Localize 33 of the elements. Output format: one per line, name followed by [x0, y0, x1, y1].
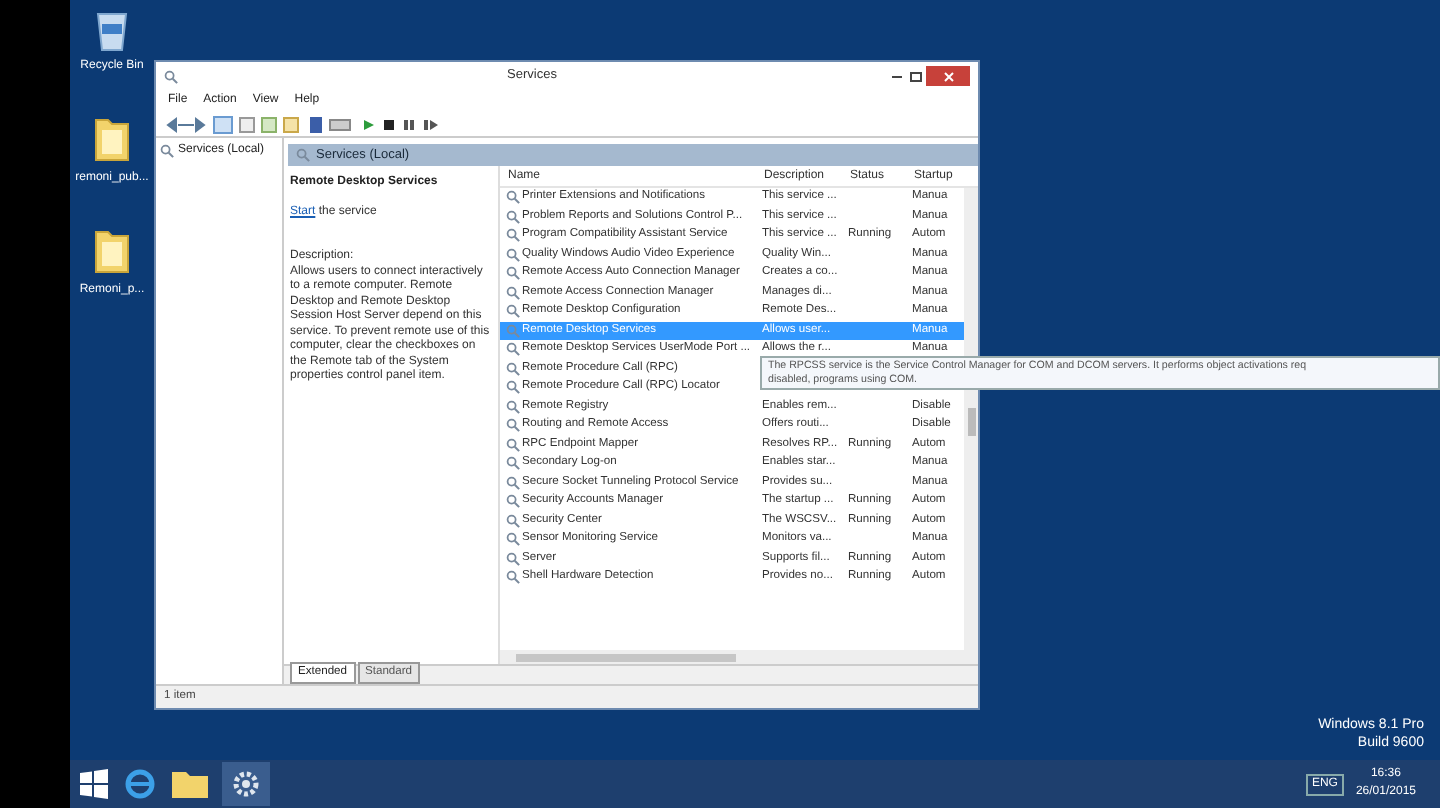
browser-icon[interactable]: [122, 766, 158, 802]
magnifier-icon: [506, 190, 520, 205]
horizontal-scrollbar[interactable]: [500, 650, 978, 664]
magnifier-icon: [506, 304, 520, 319]
magnifier-icon: [506, 418, 520, 433]
close-button[interactable]: [926, 66, 970, 86]
magnifier-icon: [506, 475, 520, 490]
magnifier-icon: [160, 144, 174, 158]
magnifier-icon: [506, 570, 520, 585]
magnifier-icon: [506, 342, 520, 357]
magnifier-icon: [506, 247, 520, 262]
magnifier-icon: [506, 532, 520, 547]
magnifier-icon: [506, 285, 520, 300]
magnifier-icon: [506, 494, 520, 509]
close-icon: [943, 71, 953, 81]
folder-icon[interactable]: [170, 768, 210, 800]
magnifier-icon: [506, 456, 520, 471]
magnifier-icon: [506, 551, 520, 566]
magnifier-icon: [506, 361, 520, 376]
magnifier-icon: [506, 437, 520, 452]
magnifier-icon: [506, 209, 520, 224]
magnifier-icon: [506, 323, 520, 338]
magnifier-icon: [506, 266, 520, 281]
magnifier-icon: [506, 399, 520, 414]
recycle-bin-icon[interactable]: [94, 8, 130, 52]
start-icon[interactable]: [78, 768, 110, 800]
magnifier-icon: [296, 148, 310, 162]
magnifier-icon: [506, 380, 520, 395]
gear-icon[interactable]: [232, 770, 260, 798]
maximize-button[interactable]: [906, 66, 926, 86]
magnifier-icon: [164, 69, 178, 83]
magnifier-icon: [506, 228, 520, 243]
magnifier-icon: [506, 513, 520, 528]
